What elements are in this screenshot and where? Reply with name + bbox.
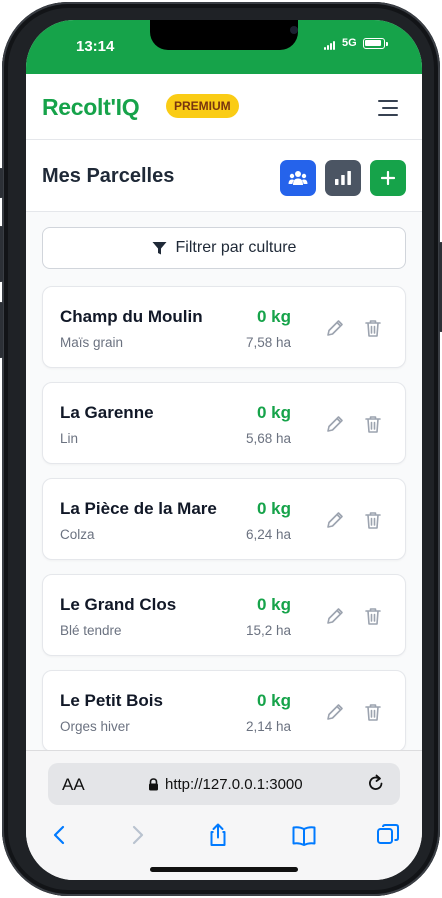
parcel-name: Le Petit Bois (60, 691, 163, 710)
filter-button[interactable]: Filtrer par culture (42, 227, 406, 269)
parcel-area: 5,68 ha (245, 431, 291, 446)
address-bar[interactable]: AA http://127.0.0.1:3000 (48, 763, 400, 805)
url-text: http://127.0.0.1:3000 (165, 776, 303, 793)
parcel-card[interactable]: La Pièce de la Mare Colza 0 kg 6,24 ha (42, 478, 406, 560)
reload-icon[interactable] (366, 773, 386, 793)
parcel-crop: Maïs grain (60, 335, 124, 350)
parcel-area: 7,58 ha (245, 335, 291, 350)
status-time: 13:14 (76, 38, 115, 55)
filter-label: Filtrer par culture (175, 239, 297, 256)
edit-pencil-icon[interactable] (324, 317, 346, 339)
parcel-area: 6,24 ha (245, 527, 291, 542)
browser-nav (26, 821, 422, 861)
parcel-crop: Orges hiver (60, 719, 130, 734)
parcel-crop: Blé tendre (60, 623, 122, 638)
stats-button[interactable] (325, 160, 361, 196)
parcel-card[interactable]: Le Grand Clos Blé tendre 0 kg 15,2 ha (42, 574, 406, 656)
edit-pencil-icon[interactable] (324, 413, 346, 435)
parcel-yield: 0 kg (256, 307, 291, 326)
silent-switch (0, 168, 3, 198)
bar-chart-icon (335, 171, 351, 185)
edit-pencil-icon[interactable] (324, 509, 346, 531)
text-size-button[interactable]: AA (62, 775, 85, 795)
tabs-icon[interactable] (374, 821, 402, 849)
parcel-name: Champ du Moulin (60, 307, 203, 326)
parcel-name: La Pièce de la Mare (60, 499, 217, 518)
volume-down-button (0, 302, 3, 358)
edit-pencil-icon[interactable] (324, 605, 346, 627)
battery-icon (363, 38, 388, 49)
parcel-yield: 0 kg (256, 691, 291, 710)
page-title: Mes Parcelles (42, 165, 175, 187)
back-icon[interactable] (46, 821, 74, 849)
delete-trash-icon[interactable] (362, 701, 384, 723)
app-header: Recolt'IQ PREMIUM (26, 74, 422, 140)
premium-badge: PREMIUM (166, 94, 239, 118)
forward-icon[interactable] (123, 821, 151, 849)
home-indicator[interactable] (150, 867, 298, 872)
edit-pencil-icon[interactable] (324, 701, 346, 723)
delete-trash-icon[interactable] (362, 509, 384, 531)
brand-logo[interactable]: Recolt'IQ (42, 94, 140, 121)
signal-icon (324, 40, 335, 50)
add-parcel-button[interactable] (370, 160, 406, 196)
parcel-yield: 0 kg (256, 499, 291, 518)
dynamic-notch (150, 20, 298, 50)
parcel-yield: 0 kg (256, 403, 291, 422)
volume-up-button (0, 226, 3, 282)
parcel-area: 2,14 ha (245, 719, 291, 734)
network-label: 5G (342, 37, 357, 49)
parcel-card[interactable]: Le Petit Bois Orges hiver 0 kg 2,14 ha (42, 670, 406, 752)
parcel-card[interactable]: La Garenne Lin 0 kg 5,68 ha (42, 382, 406, 464)
team-button[interactable] (280, 160, 316, 196)
share-icon[interactable] (204, 821, 232, 849)
phone-frame: 13:14 5G Recolt'IQ PREMIUM Mes Parcelles (0, 2, 442, 896)
parcel-name: Le Grand Clos (60, 595, 177, 614)
parcel-crop: Lin (60, 431, 79, 446)
status-bar: 13:14 5G (26, 20, 422, 74)
delete-trash-icon[interactable] (362, 413, 384, 435)
funnel-icon (152, 241, 167, 254)
camera-icon (290, 26, 298, 34)
hamburger-menu-icon[interactable] (376, 100, 398, 116)
lock-icon (149, 778, 158, 791)
delete-trash-icon[interactable] (362, 605, 384, 627)
parcel-card[interactable]: Champ du Moulin Maïs grain 0 kg 7,58 ha (42, 286, 406, 368)
users-icon (288, 171, 308, 185)
parcel-name: La Garenne (60, 403, 154, 422)
parcel-crop: Colza (60, 527, 95, 542)
url-display[interactable]: http://127.0.0.1:3000 (148, 776, 303, 793)
bookmarks-icon[interactable] (290, 821, 318, 849)
text-size-label: AA (62, 775, 85, 794)
delete-trash-icon[interactable] (362, 317, 384, 339)
parcel-yield: 0 kg (256, 595, 291, 614)
screen: 13:14 5G Recolt'IQ PREMIUM Mes Parcelles (26, 20, 422, 880)
page-header: Mes Parcelles (26, 140, 422, 212)
plus-icon (381, 171, 395, 185)
parcel-area: 15,2 ha (245, 623, 291, 638)
browser-toolbar: AA http://127.0.0.1:3000 (26, 750, 422, 880)
